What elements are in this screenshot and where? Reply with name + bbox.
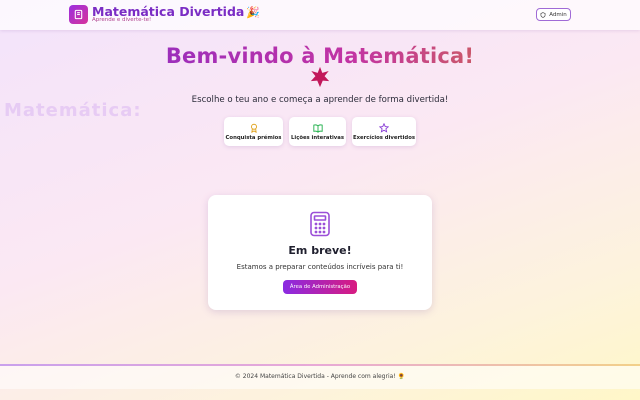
admin-button[interactable]: Admin — [536, 8, 571, 21]
sparkle-star-icon — [310, 66, 330, 88]
admin-button-label: Admin — [549, 11, 567, 18]
hero-subtitle: Escolhe o teu ano e começa a aprender de… — [191, 95, 449, 105]
feature-card-exercises: Exercícios divertidos — [352, 117, 416, 146]
feature-card-lessons: Lições interativas — [289, 117, 346, 146]
admin-area-button[interactable]: Área de Administração — [283, 280, 357, 294]
footer-text: © 2024 Matemática Divertida - Aprende co… — [234, 373, 406, 380]
book-open-icon — [312, 123, 323, 133]
card-title: Em breve! — [288, 244, 352, 257]
feature-card-prizes: Conquista prémios — [224, 117, 283, 146]
logo-book-icon — [69, 5, 88, 24]
card-text: Estamos a preparar conteúdos incríveis p… — [236, 263, 404, 271]
coming-soon-card: Em breve! Estamos a preparar conteúdos i… — [208, 195, 432, 310]
calculator-icon — [310, 211, 330, 237]
hero-title: Bem-vindo à Matemática! — [0, 44, 640, 68]
top-header: Matemática Divertida 🎉 Aprende e diverte-… — [0, 0, 640, 30]
app-subtitle: Aprende e diverte-te! — [92, 17, 152, 23]
feature-label: Exercícios divertidos — [353, 134, 415, 141]
star-icon — [379, 122, 389, 133]
feature-label: Conquista prémios — [225, 134, 282, 141]
party-icon: 🎉 — [246, 6, 261, 19]
feature-label: Lições interativas — [291, 134, 344, 141]
award-icon — [250, 123, 257, 133]
shield-icon — [540, 11, 546, 18]
